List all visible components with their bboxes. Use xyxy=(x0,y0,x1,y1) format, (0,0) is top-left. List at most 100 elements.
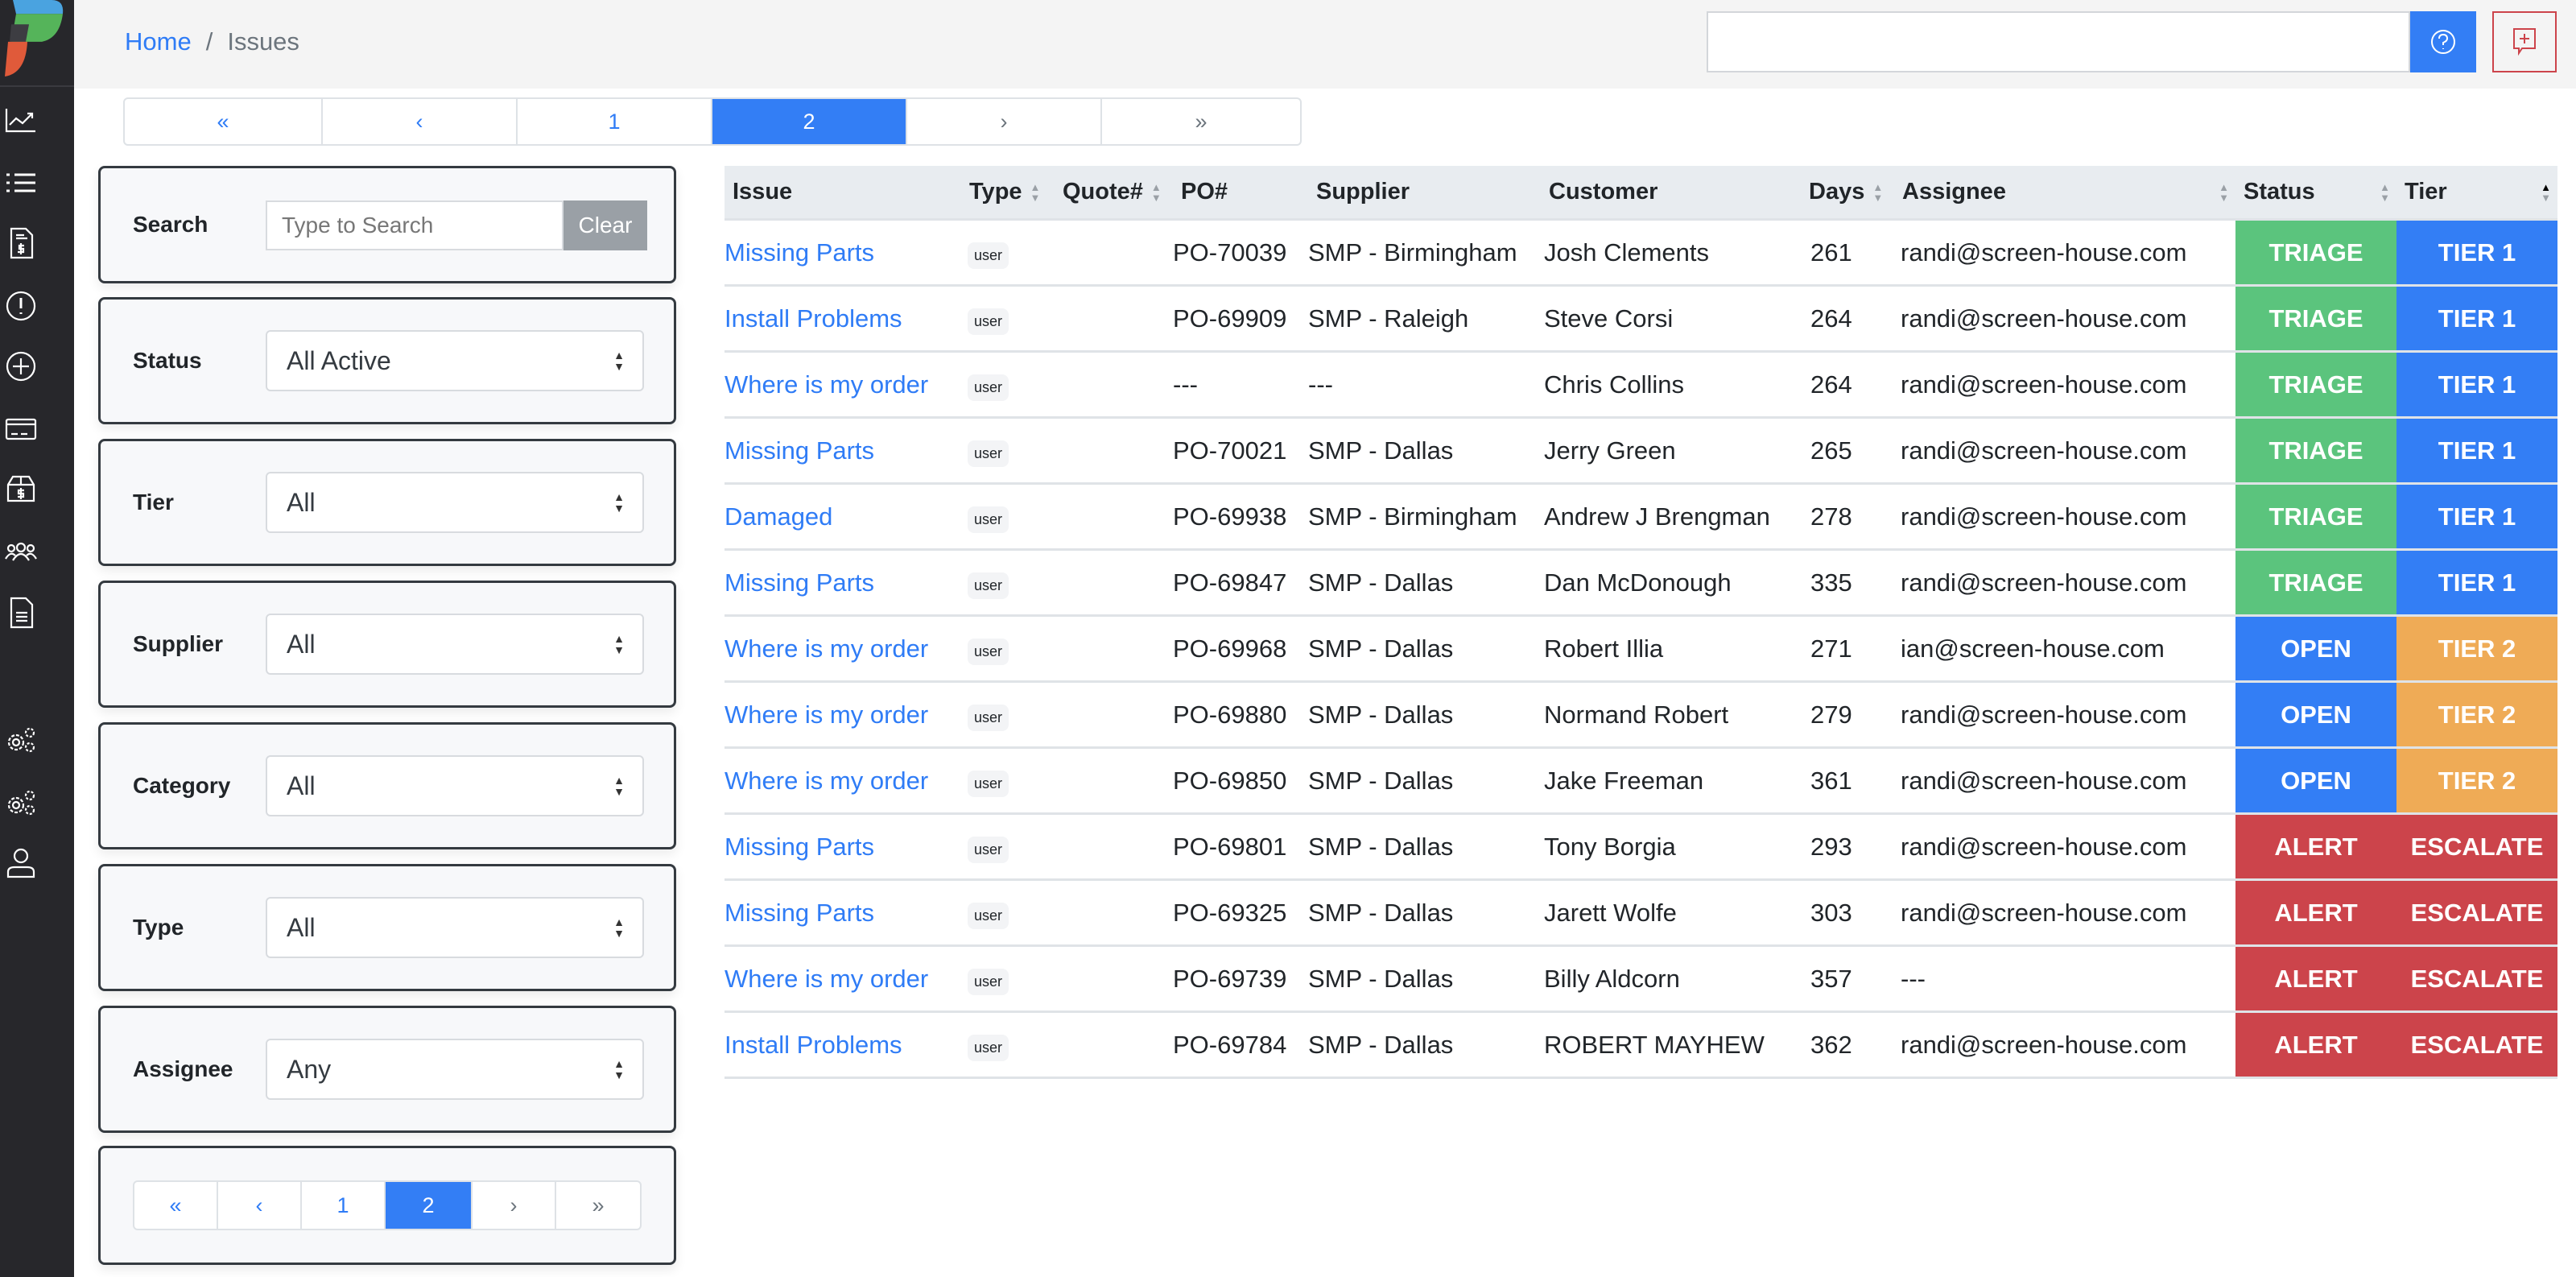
search-input[interactable]: Type to Search xyxy=(266,200,564,250)
alert-circle-icon[interactable] xyxy=(5,290,37,322)
filter-supplier-select[interactable]: All ▲ ▼ xyxy=(266,614,644,675)
filter-category-value: All xyxy=(287,771,316,800)
select-arrows-icon: ▲ ▼ xyxy=(613,774,625,798)
pagination-prev[interactable]: ‹ xyxy=(323,99,518,144)
po-cell: PO-69850 xyxy=(1173,766,1287,795)
pagination-last[interactable]: » xyxy=(556,1182,640,1229)
table-row[interactable]: Where is my order user PO-69739 SMP - Da… xyxy=(724,947,2557,1013)
filter-status-select[interactable]: All Active ▲ ▼ xyxy=(266,330,644,391)
issue-link[interactable]: Missing Parts xyxy=(724,815,961,878)
sort-icon[interactable]: ▲ ▼ xyxy=(1030,182,1041,203)
table-row[interactable]: Install Problems user PO-69784 SMP - Dal… xyxy=(724,1013,2557,1079)
column-header-tier[interactable]: Tier ▲ ▼ xyxy=(2396,166,2557,218)
column-header-quote[interactable]: Quote# ▲ ▼ xyxy=(1055,166,1173,218)
invoice-dollar-icon[interactable] xyxy=(5,227,37,259)
quote-cell xyxy=(1055,683,1173,746)
global-search-input[interactable] xyxy=(1707,11,2410,72)
table-row[interactable]: Where is my order user PO-69880 SMP - Da… xyxy=(724,683,2557,749)
pagination-page-1[interactable]: 1 xyxy=(302,1182,386,1229)
table-row[interactable]: Missing Parts user PO-69801 SMP - Dallas… xyxy=(724,815,2557,881)
quote-cell xyxy=(1055,815,1173,878)
pagination-first[interactable]: « xyxy=(125,99,323,144)
filter-type-select[interactable]: All ▲ ▼ xyxy=(266,897,644,958)
supplier-cell: SMP - Birmingham xyxy=(1308,238,1517,267)
type-badge: user xyxy=(968,638,1009,665)
issue-link[interactable]: Where is my order xyxy=(724,683,961,746)
table-row[interactable]: Damaged user PO-69938 SMP - Birmingham A… xyxy=(724,485,2557,551)
filter-search-panel: Search Type to Search Clear xyxy=(98,166,676,283)
status-badge: TRIAGE xyxy=(2235,551,2396,614)
feedback-button[interactable] xyxy=(2492,11,2557,72)
status-badge: TRIAGE xyxy=(2235,221,2396,284)
type-badge: user xyxy=(968,771,1009,797)
supplier-cell: SMP - Dallas xyxy=(1308,700,1454,729)
clear-button[interactable]: Clear xyxy=(564,200,647,250)
type-badge: user xyxy=(968,969,1009,995)
gears-icon[interactable] xyxy=(5,786,37,818)
type-cell: user xyxy=(961,221,1055,284)
table-row[interactable]: Missing Parts user PO-69847 SMP - Dallas… xyxy=(724,551,2557,617)
column-header-status[interactable]: Status ▲ ▼ xyxy=(2235,166,2396,218)
pagination-first[interactable]: « xyxy=(134,1182,218,1229)
type-badge: user xyxy=(968,572,1009,599)
document-icon[interactable] xyxy=(5,597,37,629)
gears-icon[interactable] xyxy=(5,723,37,755)
status-badge: ALERT xyxy=(2235,815,2396,878)
chart-line-icon[interactable] xyxy=(5,104,37,136)
supplier-cell: SMP - Dallas xyxy=(1308,568,1454,597)
status-badge: TRIAGE xyxy=(2235,353,2396,416)
pagination-next[interactable]: › xyxy=(473,1182,556,1229)
filter-type-label: Type xyxy=(133,915,184,940)
plus-circle-icon[interactable] xyxy=(5,350,37,382)
column-header-days[interactable]: Days ▲ ▼ xyxy=(1801,166,1894,218)
customer-cell: Josh Clements xyxy=(1544,238,1710,267)
table-row[interactable]: Missing Parts user PO-70021 SMP - Dallas… xyxy=(724,419,2557,485)
issue-link[interactable]: Where is my order xyxy=(724,353,961,416)
list-icon[interactable] xyxy=(5,167,37,199)
filter-tier-select[interactable]: All ▲ ▼ xyxy=(266,472,644,533)
breadcrumb-home-link[interactable]: Home xyxy=(125,27,192,56)
pagination-page-2[interactable]: 2 xyxy=(712,99,907,144)
issue-link[interactable]: Install Problems xyxy=(724,1013,961,1077)
type-cell: user xyxy=(961,815,1055,878)
table-row[interactable]: Missing Parts user PO-70039 SMP - Birmin… xyxy=(724,221,2557,287)
table-row[interactable]: Where is my order user PO-69968 SMP - Da… xyxy=(724,617,2557,683)
pagination-page-2[interactable]: 2 xyxy=(386,1182,473,1229)
assignee-cell: randi@screen-house.com xyxy=(1901,700,2187,729)
box-dollar-icon[interactable] xyxy=(5,473,37,506)
help-button[interactable] xyxy=(2410,11,2476,72)
logo[interactable] xyxy=(0,0,74,87)
pagination-next[interactable]: › xyxy=(907,99,1102,144)
sort-icon[interactable]: ▲ ▼ xyxy=(1151,182,1162,203)
tier-badge: TIER 2 xyxy=(2396,683,2557,746)
column-header-type[interactable]: Type ▲ ▼ xyxy=(961,166,1055,218)
table-row[interactable]: Where is my order user --- --- Chris Col… xyxy=(724,353,2557,419)
sort-icon[interactable]: ▲ ▼ xyxy=(2219,182,2229,203)
issue-link[interactable]: Missing Parts xyxy=(724,419,961,482)
filter-assignee-select[interactable]: Any ▲ ▼ xyxy=(266,1039,644,1100)
credit-card-icon[interactable] xyxy=(5,413,37,445)
issue-link[interactable]: Where is my order xyxy=(724,749,961,812)
pagination-last[interactable]: » xyxy=(1102,99,1300,144)
issue-link[interactable]: Damaged xyxy=(724,485,961,548)
table-row[interactable]: Where is my order user PO-69850 SMP - Da… xyxy=(724,749,2557,815)
pagination-page-1[interactable]: 1 xyxy=(518,99,712,144)
pagination-side-panel: « ‹ 1 2 › » xyxy=(98,1146,676,1265)
users-icon[interactable] xyxy=(5,536,37,568)
status-badge: ALERT xyxy=(2235,881,2396,944)
issue-link[interactable]: Missing Parts xyxy=(724,221,961,284)
issue-link[interactable]: Where is my order xyxy=(724,947,961,1010)
issue-link[interactable]: Where is my order xyxy=(724,617,961,680)
sort-icon[interactable]: ▲ ▼ xyxy=(2541,182,2551,203)
pagination-prev[interactable]: ‹ xyxy=(218,1182,302,1229)
issue-link[interactable]: Missing Parts xyxy=(724,551,961,614)
table-row[interactable]: Install Problems user PO-69909 SMP - Ral… xyxy=(724,287,2557,353)
user-icon[interactable] xyxy=(5,846,37,878)
table-row[interactable]: Missing Parts user PO-69325 SMP - Dallas… xyxy=(724,881,2557,947)
issue-link[interactable]: Missing Parts xyxy=(724,881,961,944)
sort-icon[interactable]: ▲ ▼ xyxy=(2380,182,2390,203)
filter-category-select[interactable]: All ▲ ▼ xyxy=(266,755,644,816)
issue-link[interactable]: Install Problems xyxy=(724,287,961,350)
sort-icon[interactable]: ▲ ▼ xyxy=(1872,182,1883,203)
column-header-assignee[interactable]: Assignee ▲ ▼ xyxy=(1894,166,2235,218)
